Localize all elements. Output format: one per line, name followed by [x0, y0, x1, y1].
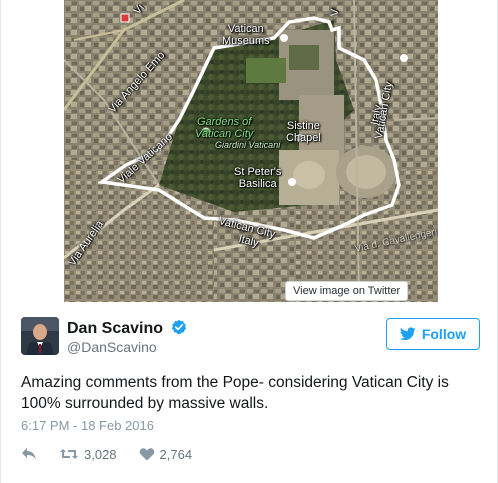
avatar[interactable] [21, 317, 59, 355]
tweet-text: Amazing comments from the Pope- consider… [21, 374, 449, 412]
retweet-count: 3,028 [84, 446, 117, 462]
like-button[interactable]: 2,764 [139, 446, 193, 462]
follow-button[interactable]: Follow [386, 318, 480, 350]
map-label-sistine-chapel: Sistine Chapel [286, 120, 321, 144]
verified-badge-icon [172, 319, 187, 335]
map-label-vatican-museums: Vatican Museums [222, 23, 270, 47]
retweet-button[interactable]: 3,028 [59, 447, 117, 462]
map-label-giardini: Giardini Vaticani [215, 140, 281, 150]
follow-button-label: Follow [421, 326, 467, 342]
tweet-header: Dan Scavino @DanScavino Follow [21, 317, 481, 359]
tweet-media-map[interactable]: Vatican Museums Via Angelo Emo Viale Vat… [64, 0, 438, 302]
view-image-button[interactable]: View image on Twitter [285, 281, 409, 301]
retweet-icon [60, 449, 78, 459]
author-handle[interactable]: @DanScavino [67, 339, 157, 355]
twitter-bird-icon [399, 327, 416, 341]
avatar-photo-icon [21, 317, 59, 355]
author-name-row[interactable]: Dan Scavino [67, 319, 187, 338]
reply-icon [22, 448, 36, 460]
tweet-actions: 3,028 2,764 [21, 445, 214, 463]
map-label-v: V [329, 8, 342, 17]
tweet-card: Vatican Museums Via Angelo Emo Viale Vat… [0, 0, 498, 483]
like-count: 2,764 [159, 446, 193, 462]
reply-button[interactable] [21, 447, 37, 461]
tweet-timestamp[interactable]: 6:17 PM - 18 Feb 2016 [21, 418, 154, 433]
author-name[interactable]: Dan Scavino [67, 320, 163, 337]
heart-icon [139, 448, 154, 461]
map-label-st-peters: St Peter's Basilica [234, 166, 282, 190]
map-label-gardens: Gardens of Vatican City [195, 116, 254, 140]
